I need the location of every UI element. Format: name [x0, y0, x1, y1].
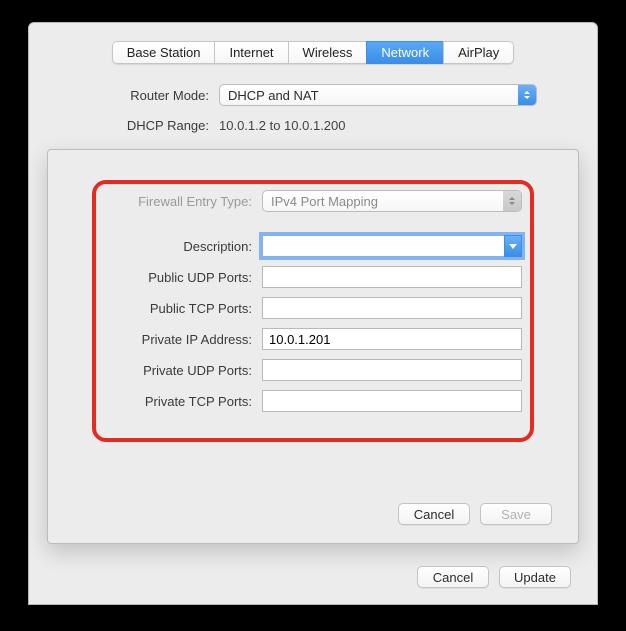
chevron-updown-icon [503, 191, 521, 211]
public-udp-input[interactable] [262, 266, 522, 288]
firewall-entry-type-row: Firewall Entry Type: IPv4 Port Mapping [104, 190, 522, 212]
description-label: Description: [104, 239, 262, 254]
tab-segment: Base Station Internet Wireless Network A… [112, 41, 515, 64]
port-mapping-form: Firewall Entry Type: IPv4 Port Mapping D… [104, 190, 522, 421]
sheet-cancel-button[interactable]: Cancel [398, 503, 470, 525]
description-input[interactable] [262, 235, 522, 257]
private-ip-row: Private IP Address: [104, 328, 522, 350]
tab-base-station[interactable]: Base Station [112, 41, 215, 64]
public-tcp-row: Public TCP Ports: [104, 297, 522, 319]
public-udp-row: Public UDP Ports: [104, 266, 522, 288]
private-tcp-row: Private TCP Ports: [104, 390, 522, 412]
dhcp-range-value: 10.0.1.2 to 10.0.1.200 [219, 118, 346, 133]
private-udp-input[interactable] [262, 359, 522, 381]
tab-wireless[interactable]: Wireless [288, 41, 367, 64]
router-mode-select[interactable]: DHCP and NAT [219, 84, 537, 106]
public-tcp-label: Public TCP Ports: [104, 301, 262, 316]
tab-internet[interactable]: Internet [214, 41, 287, 64]
public-udp-label: Public UDP Ports: [104, 270, 262, 285]
description-row: Description: [104, 235, 522, 257]
network-preferences-window: Base Station Internet Wireless Network A… [28, 22, 598, 605]
dhcp-range-label: DHCP Range: [89, 118, 219, 133]
router-mode-value: DHCP and NAT [228, 88, 319, 103]
window-update-button[interactable]: Update [499, 566, 571, 588]
window-button-row: Cancel Update [417, 566, 571, 588]
chevron-updown-icon [518, 85, 536, 105]
port-mapping-sheet: Firewall Entry Type: IPv4 Port Mapping D… [47, 149, 579, 544]
router-mode-label: Router Mode: [89, 88, 219, 103]
router-mode-row: Router Mode: DHCP and NAT [29, 70, 597, 112]
private-tcp-label: Private TCP Ports: [104, 394, 262, 409]
firewall-entry-type-label: Firewall Entry Type: [104, 194, 262, 209]
dhcp-range-row: DHCP Range: 10.0.1.2 to 10.0.1.200 [29, 112, 597, 133]
tab-network[interactable]: Network [366, 41, 443, 64]
private-ip-label: Private IP Address: [104, 332, 262, 347]
firewall-entry-type-select: IPv4 Port Mapping [262, 190, 522, 212]
private-tcp-input[interactable] [262, 390, 522, 412]
private-ip-input[interactable] [262, 328, 522, 350]
firewall-entry-type-value: IPv4 Port Mapping [271, 194, 378, 209]
public-tcp-input[interactable] [262, 297, 522, 319]
tabbar: Base Station Internet Wireless Network A… [29, 23, 597, 70]
sheet-save-button[interactable]: Save [480, 503, 552, 525]
private-udp-row: Private UDP Ports: [104, 359, 522, 381]
chevron-down-icon[interactable] [504, 235, 522, 257]
private-udp-label: Private UDP Ports: [104, 363, 262, 378]
window-cancel-button[interactable]: Cancel [417, 566, 489, 588]
tab-airplay[interactable]: AirPlay [443, 41, 514, 64]
sheet-button-row: Cancel Save [398, 503, 552, 525]
